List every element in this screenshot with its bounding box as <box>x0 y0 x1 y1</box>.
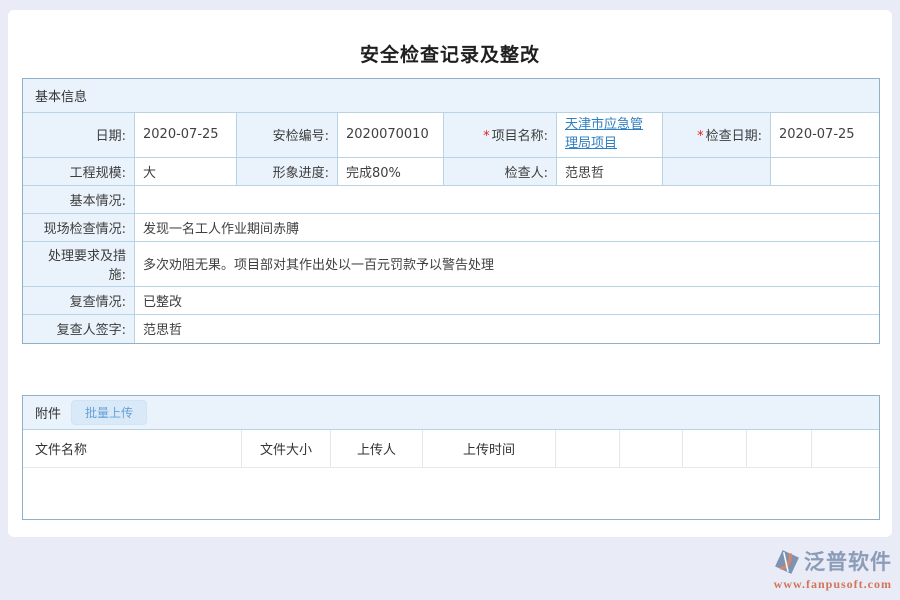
field-progress-value: 完成80% <box>338 158 444 186</box>
attach-col-extra-2 <box>620 430 683 468</box>
batch-upload-button[interactable]: 批量上传 <box>71 400 147 425</box>
required-asterisk: * <box>483 129 490 144</box>
field-project-label: *项目名称: <box>444 113 557 158</box>
attach-col-uploader: 上传人 <box>331 430 423 468</box>
fanpu-logo-icon <box>774 549 800 575</box>
field-date-value: 2020-07-25 <box>135 113 237 158</box>
attachments-section-header: 附件 批量上传 <box>23 396 879 430</box>
attach-col-upload-time: 上传时间 <box>423 430 556 468</box>
field-measures-value: 多次劝阻无果。项目部对其作出处以一百元罚款予以警告处理 <box>135 242 879 287</box>
field-recheck-label: 复查情况: <box>23 287 135 315</box>
vendor-watermark: 泛普软件 www.fanpusoft.com <box>774 549 892 590</box>
field-site-check-value: 发现一名工人作业期间赤膊 <box>135 214 879 242</box>
field-basic-situation-label: 基本情况: <box>23 186 135 214</box>
basic-info-section-title: 基本信息 <box>35 86 87 105</box>
field-site-check-label: 现场检查情况: <box>23 214 135 242</box>
field-basic-situation-value <box>135 186 879 214</box>
attachments-section: 附件 批量上传 文件名称 文件大小 上传人 上传时间 <box>22 395 880 520</box>
attach-col-extra-1 <box>556 430 620 468</box>
field-check-date-label-text: 检查日期: <box>706 129 762 144</box>
vendor-site-url: www.fanpusoft.com <box>774 578 892 590</box>
required-asterisk: * <box>697 129 704 144</box>
project-name-link[interactable]: 天津市应急管理局项目 <box>565 117 643 151</box>
attach-col-file-size: 文件大小 <box>242 430 331 468</box>
field-scale-value: 大 <box>135 158 237 186</box>
attach-col-file-name: 文件名称 <box>23 430 242 468</box>
page-title: 安全检查记录及整改 <box>0 40 900 67</box>
field-recheck-value: 已整改 <box>135 287 879 315</box>
field-project-value: 天津市应急管理局项目 <box>557 113 663 158</box>
vendor-brand-name: 泛普软件 <box>804 552 892 573</box>
attachments-table: 文件名称 文件大小 上传人 上传时间 <box>23 430 879 519</box>
field-check-date-value: 2020-07-25 <box>771 113 879 158</box>
basic-info-section: 基本信息 日期: 2020-07-25 安检编号: 2020070010 *项目… <box>22 78 880 344</box>
field-code-value: 2020070010 <box>338 113 444 158</box>
field-measures-label: 处理要求及措施: <box>23 242 135 287</box>
attachments-section-title: 附件 <box>35 403 61 422</box>
attach-col-extra-5 <box>812 430 879 468</box>
field-date-label: 日期: <box>23 113 135 158</box>
attachments-empty-body <box>23 468 879 519</box>
attach-col-extra-3 <box>683 430 747 468</box>
field-empty-value <box>771 158 879 186</box>
field-check-date-label: *检查日期: <box>663 113 771 158</box>
field-inspector-label: 检查人: <box>444 158 557 186</box>
field-scale-label: 工程规模: <box>23 158 135 186</box>
field-project-label-text: 项目名称: <box>492 129 548 144</box>
basic-info-table: 日期: 2020-07-25 安检编号: 2020070010 *项目名称: 天… <box>23 113 879 343</box>
field-recheck-sign-label: 复查人签字: <box>23 315 135 343</box>
field-code-label: 安检编号: <box>237 113 338 158</box>
attach-col-extra-4 <box>747 430 812 468</box>
field-progress-label: 形象进度: <box>237 158 338 186</box>
field-recheck-sign-value: 范思哲 <box>135 315 879 343</box>
field-empty-label <box>663 158 771 186</box>
basic-info-section-header: 基本信息 <box>23 79 879 113</box>
field-inspector-value: 范思哲 <box>557 158 663 186</box>
